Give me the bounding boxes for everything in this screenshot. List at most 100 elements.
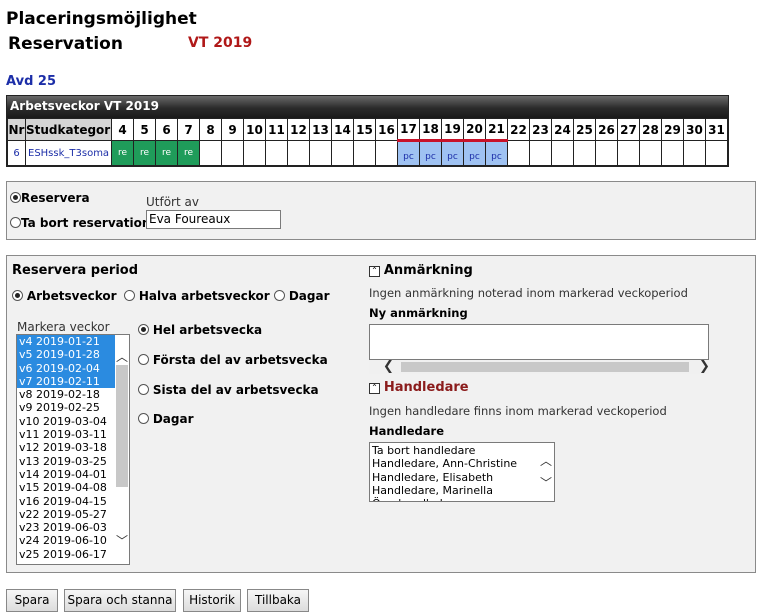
mode-option-days[interactable]: Dagar (274, 289, 330, 303)
mode-half-weeks-radio[interactable] (124, 290, 135, 301)
new-remark-textarea[interactable] (369, 324, 709, 360)
week-list-item[interactable]: v8 2019-02-18 (17, 388, 115, 401)
reserve-radio[interactable] (10, 192, 21, 203)
supervisor-option[interactable]: Handledare, Elisabeth (370, 471, 538, 484)
mode-option-half-weeks[interactable]: Halva arbetsveckor (124, 289, 270, 303)
week-list-item[interactable]: v7 2019-02-11 (17, 374, 115, 389)
week-list-item[interactable]: v12 2019-03-18 (17, 441, 115, 454)
supervisor-scrollbar[interactable]: ︿ ﹀ (538, 443, 554, 501)
part-last-label: Sista del av arbetsvecka (152, 383, 319, 397)
week-empty-cell[interactable] (507, 140, 530, 166)
week-status-cell[interactable]: re (177, 140, 200, 166)
reserve-radio-option[interactable]: Reservera (10, 191, 90, 205)
remark-hscroll-thumb[interactable] (401, 362, 689, 372)
collapse-icon[interactable]: ⌃ (369, 383, 380, 394)
supervisor-option[interactable]: Handledare, Marinella (370, 484, 538, 497)
week-list-item[interactable]: v24 2019-06-10 (17, 534, 115, 547)
week-status-cell[interactable]: pc (485, 139, 508, 166)
week-list-item[interactable]: v14 2019-04-01 (17, 468, 115, 481)
page-subtitle: Reservation (8, 34, 123, 54)
week-empty-cell[interactable] (573, 140, 596, 166)
part-option-first[interactable]: Första del av arbetsvecka (138, 353, 328, 367)
supervisor-list: Ta bort handledare Handledare, Ann-Christ… (370, 444, 538, 501)
week-status-cell[interactable]: pc (397, 139, 420, 166)
week-status-cell[interactable]: re (111, 140, 134, 166)
week-list-item[interactable]: v22 2019-05-27 (17, 508, 115, 521)
week-empty-cell[interactable] (221, 140, 244, 166)
week-empty-cell[interactable] (661, 140, 684, 166)
scroll-up-icon[interactable]: ︿ (538, 455, 554, 467)
back-button[interactable]: Tillbaka (247, 589, 309, 612)
week-empty-cell[interactable] (529, 140, 552, 166)
week-list-item[interactable]: v9 2019-02-25 (17, 401, 115, 414)
performed-by-field[interactable]: Eva Foureaux (146, 210, 281, 229)
week-empty-cell[interactable] (551, 140, 574, 166)
week-status-cell[interactable]: pc (419, 139, 442, 166)
week-empty-cell[interactable] (617, 140, 640, 166)
week-list-item[interactable]: v25 2019-06-17 (17, 548, 115, 561)
remark-hscrollbar[interactable]: ❮ ❯ (369, 359, 710, 374)
week-list-item[interactable]: v6 2019-02-04 (17, 361, 115, 375)
week-empty-cell[interactable] (243, 140, 266, 166)
scroll-up-icon[interactable]: ︿ (115, 351, 129, 363)
save-stay-button[interactable]: Spara och stanna (64, 589, 176, 612)
supervisor-option[interactable]: Överhandledare (370, 497, 538, 501)
supervisor-header[interactable]: ⌃ Handledare (369, 380, 469, 395)
week-status-cell[interactable]: re (155, 140, 178, 166)
week-empty-cell[interactable] (199, 140, 222, 166)
remove-radio-option[interactable]: Ta bort reservation (10, 216, 150, 230)
week-empty-cell[interactable] (309, 140, 332, 166)
remark-title: Anmärkning (383, 263, 473, 278)
week-empty-cell[interactable] (265, 140, 288, 166)
part-days-radio[interactable] (138, 413, 149, 424)
week-empty-cell[interactable] (287, 140, 310, 166)
remark-header[interactable]: ⌃ Anmärkning (369, 263, 473, 278)
week-empty-cell[interactable] (331, 140, 354, 166)
part-full-radio[interactable] (138, 324, 149, 335)
week-status-cell[interactable]: pc (463, 139, 486, 166)
weeks-list-scrollbar[interactable]: ︿ ﹀ (115, 335, 129, 564)
remove-radio[interactable] (10, 217, 21, 228)
part-option-full[interactable]: Hel arbetsvecka (138, 323, 262, 337)
supervisor-listbox[interactable]: Ta bort handledare Handledare, Ann-Christ… (369, 442, 555, 502)
week-status-cell[interactable]: pc (441, 139, 464, 166)
week-list-item[interactable]: v4 2019-01-21 (17, 335, 115, 349)
part-first-radio[interactable] (138, 354, 149, 365)
week-list-item[interactable]: v16 2019-04-15 (17, 495, 115, 508)
history-button[interactable]: Historik (183, 589, 241, 612)
part-option-last[interactable]: Sista del av arbetsvecka (138, 383, 319, 397)
week-list-item[interactable]: v15 2019-04-08 (17, 481, 115, 494)
weeks-listbox[interactable]: v4 2019-01-21 v5 2019-01-28 v6 2019-02-04 v… (16, 334, 130, 565)
scroll-thumb[interactable] (116, 365, 128, 487)
scroll-right-icon[interactable]: ❯ (699, 359, 710, 374)
week-list-item[interactable]: v10 2019-03-04 (17, 415, 115, 428)
week-list-item[interactable]: v13 2019-03-25 (17, 455, 115, 468)
week-list-item[interactable]: v11 2019-03-11 (17, 428, 115, 441)
scroll-down-icon[interactable]: ﹀ (538, 477, 554, 489)
part-last-radio[interactable] (138, 384, 149, 395)
mode-days-label: Dagar (288, 289, 330, 303)
week-empty-cell[interactable] (683, 140, 706, 166)
week-header-cell: 7 (177, 118, 200, 141)
supervisor-option[interactable]: Ta bort handledare (370, 444, 538, 457)
week-empty-cell[interactable] (705, 140, 728, 166)
week-header-cell: 30 (683, 118, 706, 141)
scroll-down-icon[interactable]: ﹀ (115, 535, 129, 547)
week-list-item[interactable]: v23 2019-06-03 (17, 521, 115, 534)
week-empty-cell[interactable] (375, 140, 398, 166)
part-option-days[interactable]: Dagar (138, 412, 194, 426)
mode-option-weeks[interactable]: Arbetsveckor (12, 289, 117, 303)
week-empty-cell[interactable] (353, 140, 376, 166)
scroll-left-icon[interactable]: ❮ (383, 359, 394, 374)
mode-days-radio[interactable] (274, 290, 285, 301)
week-empty-cell[interactable] (639, 140, 662, 166)
week-header-cell: 27 (617, 118, 640, 141)
mode-weeks-radio[interactable] (12, 290, 23, 301)
supervisor-option[interactable]: Handledare, Ann-Christine (370, 457, 538, 470)
week-empty-cell[interactable] (595, 140, 618, 166)
week-list-item[interactable]: v5 2019-01-28 (17, 348, 115, 362)
week-status-cell[interactable]: re (133, 140, 156, 166)
week-header-cell: 31 (705, 118, 728, 141)
save-button[interactable]: Spara (6, 589, 58, 612)
collapse-icon[interactable]: ⌃ (369, 266, 380, 277)
